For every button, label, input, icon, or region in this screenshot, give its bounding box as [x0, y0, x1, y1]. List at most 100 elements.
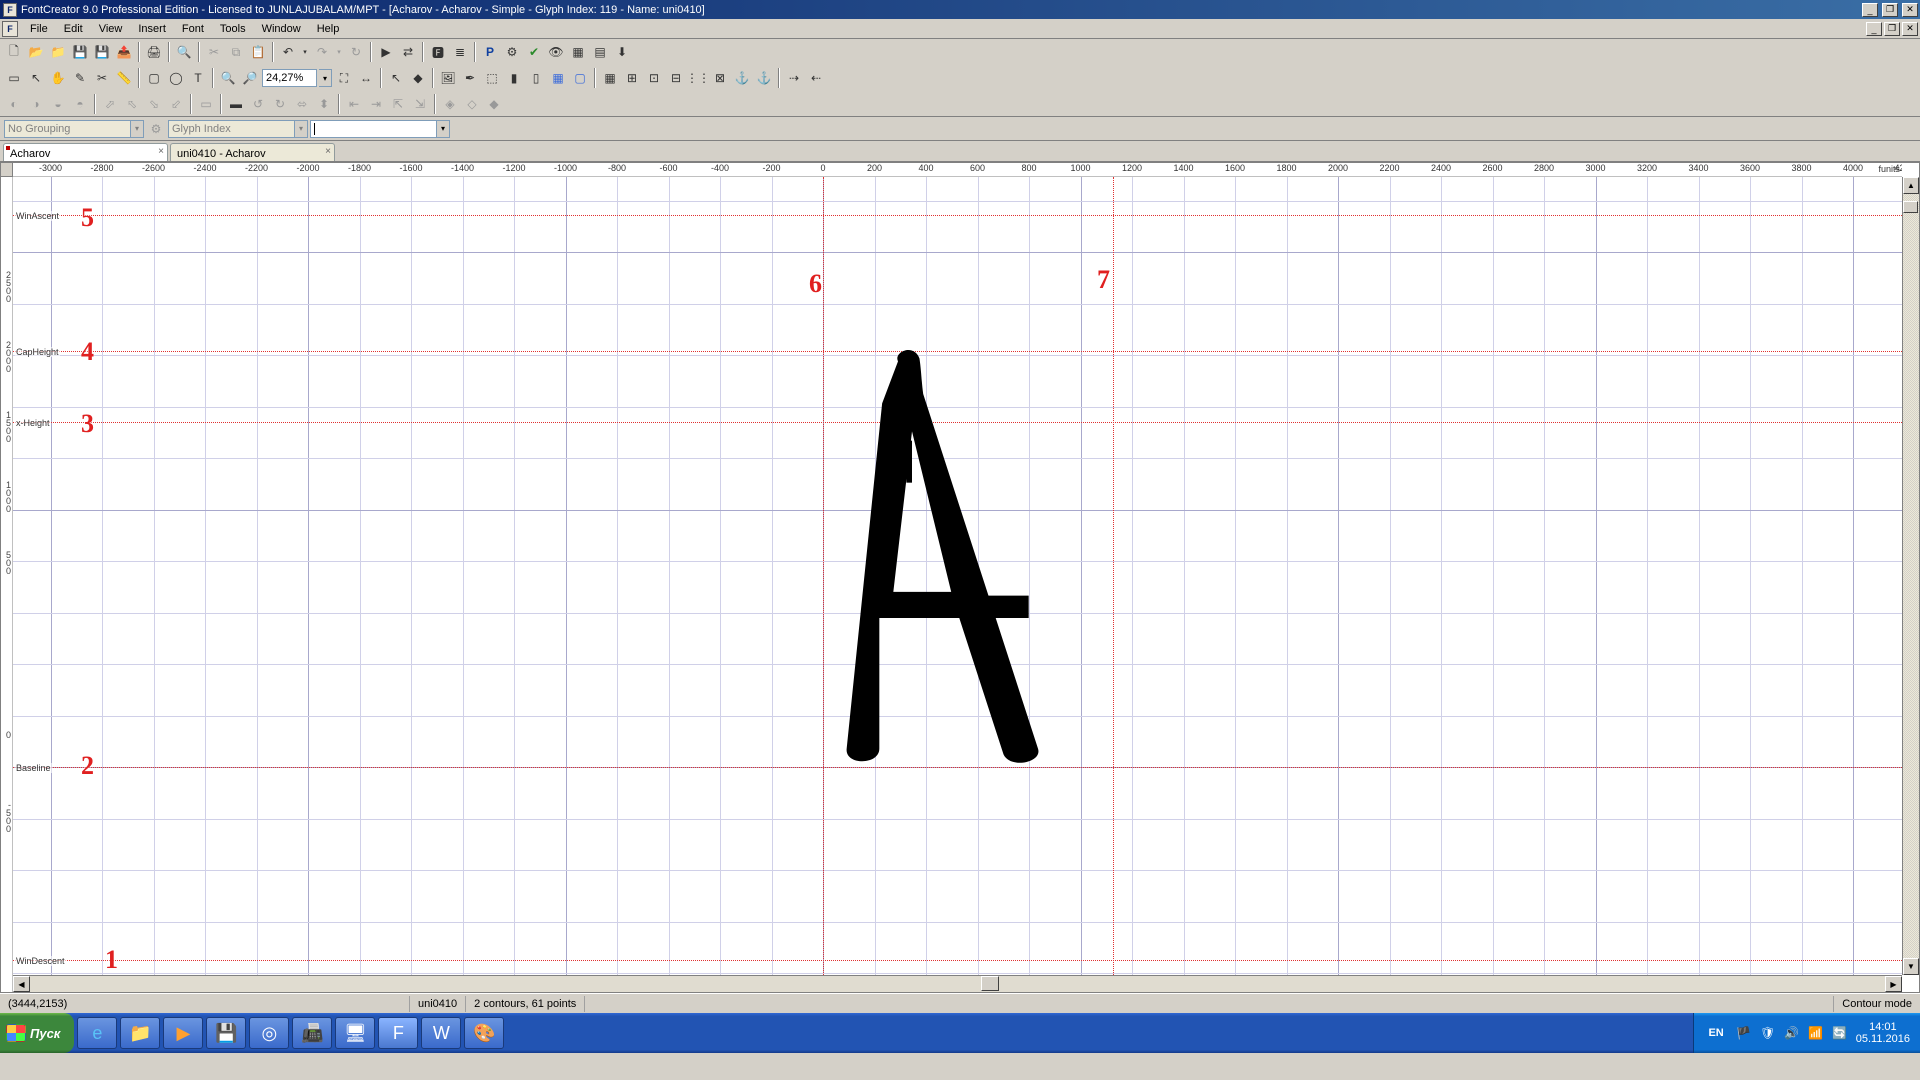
font-test-icon[interactable]: 🅵: [428, 42, 448, 62]
save-icon[interactable]: 💾: [70, 42, 90, 62]
fit-icon[interactable]: ⛶: [334, 68, 354, 88]
menu-font[interactable]: Font: [174, 21, 212, 37]
link1-icon[interactable]: ⇢: [784, 68, 804, 88]
tray-flag-icon[interactable]: 🏴: [1736, 1025, 1752, 1041]
t3-n-icon[interactable]: ⬍: [314, 94, 334, 114]
tray-volume-icon[interactable]: 🔊: [1784, 1025, 1800, 1041]
tray-clock[interactable]: 14:01 05.11.2016: [1856, 1021, 1910, 1045]
minimize-button[interactable]: _: [1862, 3, 1878, 17]
grouping-opts-icon[interactable]: ⚙: [146, 119, 166, 139]
t3-u-icon[interactable]: ◆: [484, 94, 504, 114]
open-icon[interactable]: 📂: [26, 42, 46, 62]
t3-g-icon[interactable]: ⬂: [144, 94, 164, 114]
menu-tools[interactable]: Tools: [212, 21, 254, 37]
panel2-icon[interactable]: ▤: [590, 42, 610, 62]
knife-icon[interactable]: ✂: [92, 68, 112, 88]
menu-file[interactable]: File: [22, 21, 56, 37]
glyph-shape[interactable]: [828, 347, 1108, 777]
validate-icon[interactable]: ✔: [524, 42, 544, 62]
t3-s-icon[interactable]: ◈: [440, 94, 460, 114]
image-icon[interactable]: 🖼: [438, 68, 458, 88]
t3-i-icon[interactable]: ▭: [196, 94, 216, 114]
horizontal-scrollbar[interactable]: ◀ ▶: [13, 975, 1902, 992]
task-explorer-icon[interactable]: 📁: [120, 1017, 160, 1049]
t3-t-icon[interactable]: ◇: [462, 94, 482, 114]
redo-icon[interactable]: ↷: [312, 42, 332, 62]
zoom-dropdown-icon[interactable]: ▾: [319, 69, 332, 87]
tray-sync-icon[interactable]: 🔄: [1832, 1025, 1848, 1041]
menu-insert[interactable]: Insert: [130, 21, 174, 37]
autokern-icon[interactable]: ⇄: [398, 42, 418, 62]
outline-icon[interactable]: ▯: [526, 68, 546, 88]
mdi-restore-button[interactable]: ❐: [1884, 22, 1900, 36]
tab-glyph[interactable]: uni0410 - Acharov ×: [170, 143, 335, 161]
t3-a-icon[interactable]: ◐: [4, 94, 24, 114]
editor-canvas[interactable]: WinAscent CapHeight x-Height Baseline Wi…: [13, 177, 1902, 975]
t3-k-icon[interactable]: ↺: [248, 94, 268, 114]
task-save-icon[interactable]: 💾: [206, 1017, 246, 1049]
fill-icon[interactable]: ▮: [504, 68, 524, 88]
anchor-icon[interactable]: ⚓: [732, 68, 752, 88]
close-icon[interactable]: ×: [325, 146, 331, 157]
compare-icon[interactable]: ≣: [450, 42, 470, 62]
measure-icon[interactable]: 📏: [114, 68, 134, 88]
tray-shield-icon[interactable]: 🛡: [1760, 1025, 1776, 1041]
vertical-scrollbar[interactable]: ▲ ▼: [1902, 177, 1919, 975]
preview-icon[interactable]: 👁: [546, 42, 566, 62]
tab-overview[interactable]: Acharov ×: [3, 143, 168, 161]
t3-l-icon[interactable]: ↻: [270, 94, 290, 114]
rectangle-icon[interactable]: ▢: [144, 68, 164, 88]
snap-guides-icon[interactable]: ⊡: [644, 68, 664, 88]
t3-j-icon[interactable]: ▬: [226, 94, 246, 114]
ellipse-icon[interactable]: ◯: [166, 68, 186, 88]
link2-icon[interactable]: ⇠: [806, 68, 826, 88]
index-combo[interactable]: Glyph Index ▾: [168, 120, 308, 138]
snap-contours-icon[interactable]: ⊠: [710, 68, 730, 88]
grid-fill-icon[interactable]: ▦: [548, 68, 568, 88]
maximize-button[interactable]: ❐: [1882, 3, 1898, 17]
remove-overlap-icon[interactable]: ⬚: [482, 68, 502, 88]
point-select-icon[interactable]: ↖: [26, 68, 46, 88]
menu-help[interactable]: Help: [309, 21, 348, 37]
mdi-doc-icon[interactable]: F: [2, 21, 18, 37]
start-button[interactable]: Пуск: [0, 1013, 74, 1053]
anchor2-icon[interactable]: ⚓: [754, 68, 774, 88]
menu-edit[interactable]: Edit: [56, 21, 91, 37]
autohint-icon[interactable]: ⚙: [502, 42, 522, 62]
launch-icon[interactable]: ▶: [376, 42, 396, 62]
task-chrome-icon[interactable]: ◎: [249, 1017, 289, 1049]
scroll-up-icon[interactable]: ▲: [1903, 177, 1919, 194]
t3-p-icon[interactable]: ⇥: [366, 94, 386, 114]
paste-icon[interactable]: 📋: [248, 42, 268, 62]
zoom-in-icon[interactable]: 🔍: [218, 68, 238, 88]
t3-f-icon[interactable]: ⬁: [122, 94, 142, 114]
t3-m-icon[interactable]: ⬄: [292, 94, 312, 114]
snap-grid-icon[interactable]: ▦: [600, 68, 620, 88]
menu-view[interactable]: View: [91, 21, 131, 37]
hscroll-thumb[interactable]: [981, 976, 999, 991]
t3-b-icon[interactable]: ◑: [26, 94, 46, 114]
undo-icon[interactable]: ↶: [278, 42, 298, 62]
t3-r-icon[interactable]: ⇲: [410, 94, 430, 114]
scroll-left-icon[interactable]: ◀: [13, 976, 30, 992]
grouping-combo[interactable]: No Grouping ▾: [4, 120, 144, 138]
t3-h-icon[interactable]: ⬃: [166, 94, 186, 114]
menu-window[interactable]: Window: [254, 21, 309, 37]
scroll-right-icon[interactable]: ▶: [1885, 976, 1902, 992]
task-word-icon[interactable]: W: [421, 1017, 461, 1049]
export-icon[interactable]: 📤: [114, 42, 134, 62]
grid-outline-icon[interactable]: ▢: [570, 68, 590, 88]
trace-icon[interactable]: ✒: [460, 68, 480, 88]
task-display-icon[interactable]: 🖥: [335, 1017, 375, 1049]
task-paint-icon[interactable]: 🎨: [464, 1017, 504, 1049]
fit-width-icon[interactable]: ↔: [356, 68, 376, 88]
panel1-icon[interactable]: ▦: [568, 42, 588, 62]
zoom-out-icon[interactable]: 🔎: [240, 68, 260, 88]
freehand-icon[interactable]: ✋: [48, 68, 68, 88]
close-button[interactable]: ✕: [1902, 3, 1918, 17]
cut-icon[interactable]: ✂: [204, 42, 224, 62]
task-ie-icon[interactable]: e: [77, 1017, 117, 1049]
redo-dd-icon[interactable]: ▾: [334, 42, 344, 62]
mdi-close-button[interactable]: ✕: [1902, 22, 1918, 36]
selection-icon[interactable]: ▭: [4, 68, 24, 88]
